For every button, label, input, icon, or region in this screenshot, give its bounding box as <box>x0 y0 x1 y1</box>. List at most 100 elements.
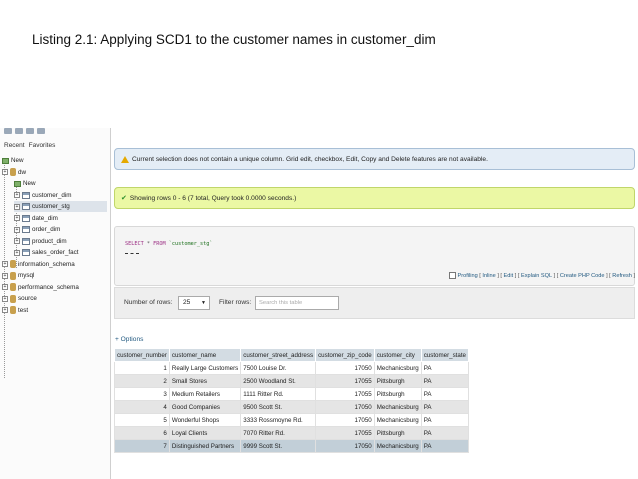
sidebar-item-customer-stg[interactable]: + customer_stg <box>14 201 107 212</box>
table-cell-customer-number: 4 <box>114 400 170 414</box>
table-cell-customer-state: PA <box>420 426 470 440</box>
logout-icon[interactable] <box>15 128 23 134</box>
table-cell-customer-city: Pittsburgh <box>373 374 422 388</box>
sidebar-item-information-schema[interactable]: + information_schema <box>2 259 107 270</box>
inline-link[interactable]: Inline <box>482 273 495 279</box>
rows-per-page-select[interactable]: 25 ▼ <box>178 296 210 310</box>
table-row: 7 Distinguished Partners 9999 Scott St. 170… <box>114 439 470 453</box>
options-link[interactable]: + Options <box>115 336 143 343</box>
table-cell-customer-zip-code: 17050 <box>315 361 375 375</box>
sidebar-item-customer-dim[interactable]: + customer_dim <box>14 190 107 201</box>
table-row: 1 Really Large Customers 7500 Louise Dr. 17… <box>114 361 470 375</box>
notice-text: Current selection does not contain a uni… <box>132 155 488 163</box>
expand-icon[interactable]: + <box>14 226 20 233</box>
filter-label: Filter rows: <box>219 299 252 306</box>
expand-icon[interactable]: + <box>2 272 8 279</box>
sidebar-item-order-dim[interactable]: + order_dim <box>14 224 107 235</box>
table-cell-customer-state: PA <box>420 400 470 414</box>
sidebar-item-label: customer_dim <box>32 191 72 199</box>
table-cell-customer-number: 6 <box>114 426 170 440</box>
database-icon <box>10 294 16 303</box>
expand-icon[interactable]: + <box>2 295 8 302</box>
sidebar-item-New[interactable]: New <box>2 155 107 166</box>
table-row: 4 Good Companies 9500 Scott St. 17050 Mechan… <box>114 400 470 414</box>
database-icon <box>10 168 16 176</box>
column-header-customer-number[interactable]: customer_number <box>114 348 170 362</box>
table-cell-customer-number: 5 <box>114 413 170 427</box>
table-cell-customer-number: 7 <box>114 439 170 453</box>
table-cell-customer-zip-code: 17050 <box>315 439 375 453</box>
sidebar-item-label: New <box>23 180 36 187</box>
expand-icon[interactable]: + <box>2 261 8 267</box>
table-row: 6 Loyal Clients 7070 Ritter Rd. 17055 Pittsb… <box>114 426 470 440</box>
table-cell-customer-name: Really Large Customers <box>168 361 242 375</box>
sidebar-item-mysql[interactable]: + mysql <box>2 270 107 281</box>
profiling-label[interactable]: Profiling <box>458 273 478 279</box>
sidebar-item-product-dim[interactable]: + product_dim <box>14 236 107 247</box>
table-cell-customer-number: 3 <box>114 387 170 401</box>
expand-icon[interactable]: + <box>14 192 20 198</box>
sql-query: SELECT * FROM `customer_stg` <box>125 241 212 247</box>
profiling-checkbox[interactable] <box>448 272 456 279</box>
notice-message: Current selection does not contain a uni… <box>114 148 635 170</box>
sidebar-item-source[interactable]: + source <box>2 293 107 304</box>
chevron-down-icon: ▼ <box>201 300 206 306</box>
table-header-row: customer_number customer_name customer_str… <box>114 348 470 362</box>
expand-icon[interactable]: + <box>2 307 8 313</box>
column-header-customer-state[interactable]: customer_state <box>420 348 470 362</box>
checkmark-icon: ✔ <box>121 195 127 202</box>
refresh-link[interactable]: Refresh <box>612 273 632 279</box>
reload-icon[interactable] <box>37 128 45 134</box>
table-navigation: Number of rows: 25 ▼ Filter rows: <box>114 287 635 319</box>
column-header-customer-street-address[interactable]: customer_street_address <box>240 348 317 362</box>
sidebar-item-date-dim[interactable]: + date_dim <box>14 213 107 224</box>
table-cell-customer-zip-code: 17050 <box>315 400 375 414</box>
database-icon <box>10 306 16 314</box>
tab-favorites[interactable]: Favorites <box>29 142 56 149</box>
database-icon <box>10 271 16 280</box>
table-row: 2 Small Stores 2500 Woodland St. 17055 Pitts… <box>114 374 470 388</box>
table-cell-customer-zip-code: 17050 <box>315 413 375 427</box>
sidebar-item-dw[interactable]: + dw <box>2 167 107 178</box>
tab-recent[interactable]: Recent <box>4 142 25 149</box>
database-icon <box>10 283 16 291</box>
table-row: 5 Wonderful Shops 3333 Rossmoyne Rd. 17050 M… <box>114 413 470 427</box>
table-cell-customer-street-address: 9999 Scott St. <box>240 439 317 453</box>
create-php-code-link[interactable]: Create PHP Code <box>560 273 605 279</box>
sidebar-item-New[interactable]: New <box>14 178 107 189</box>
sidebar-item-label: mysql <box>18 272 35 279</box>
edit-link[interactable]: Edit <box>504 273 514 279</box>
expand-icon[interactable]: + <box>14 203 20 210</box>
table-cell-customer-name: Loyal Clients <box>168 426 242 440</box>
database-icon <box>10 260 16 268</box>
sidebar-item-label: date_dim <box>32 214 58 222</box>
table-cell-customer-city: Mechanicsburg <box>373 439 422 453</box>
table-cell-customer-street-address: 9500 Scott St. <box>240 400 317 414</box>
expand-icon[interactable]: + <box>2 284 8 290</box>
sidebar-item-performance-schema[interactable]: + performance_schema <box>2 282 107 293</box>
filter-rows-input[interactable] <box>255 296 339 310</box>
sidebar-item-sales-order-fact[interactable]: + sales_order_fact <box>14 247 107 258</box>
table-cell-customer-zip-code: 17055 <box>315 374 375 388</box>
expand-icon[interactable]: + <box>14 238 20 244</box>
sql-keyword-from: FROM <box>153 241 166 247</box>
column-header-customer-city[interactable]: customer_city <box>373 348 422 362</box>
expand-icon[interactable]: + <box>14 249 20 256</box>
table-cell-customer-street-address: 3333 Rossmoyne Rd. <box>240 413 317 427</box>
expand-icon[interactable]: + <box>14 215 20 221</box>
table-icon <box>22 214 30 222</box>
sql-underline <box>125 253 139 254</box>
table-cell-customer-zip-code: 17055 <box>315 426 375 440</box>
settings-icon[interactable] <box>26 128 34 134</box>
sidebar-item-test[interactable]: + test <box>2 305 107 316</box>
column-header-customer-zip-code[interactable]: customer_zip_code <box>315 348 375 362</box>
table-cell-customer-number: 2 <box>114 374 170 388</box>
home-icon[interactable] <box>4 128 12 134</box>
explain-sql-link[interactable]: Explain SQL <box>521 273 552 279</box>
table-icon <box>22 203 30 210</box>
column-header-customer-name[interactable]: customer_name <box>168 348 242 362</box>
sql-action-links: Profiling [ Inline ] [ Edit ] [ Explain … <box>448 272 635 279</box>
sidebar-item-label: customer_stg <box>32 203 70 210</box>
table-cell-customer-number: 1 <box>114 361 170 375</box>
expand-icon[interactable]: + <box>2 169 8 175</box>
